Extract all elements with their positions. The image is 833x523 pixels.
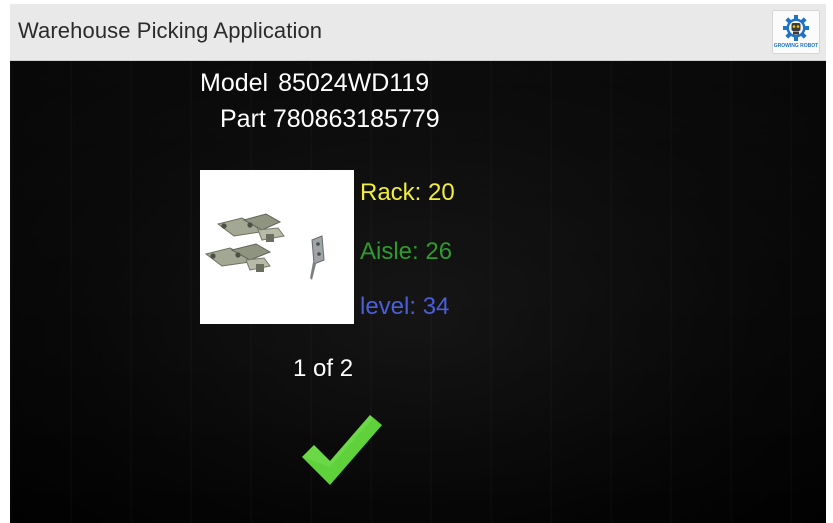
- rack-info: Rack: 20: [360, 179, 455, 207]
- counter-separator: of: [313, 355, 334, 382]
- app-window: Warehouse Picking Application GROWING RO…: [0, 0, 833, 523]
- part-label: Part: [220, 105, 266, 133]
- checkmark-icon[interactable]: [300, 411, 384, 491]
- aisle-value: 26: [425, 238, 453, 265]
- part-line: Part 780863185779: [220, 105, 440, 134]
- part-value: 780863185779: [272, 105, 440, 133]
- level-info: level: 34: [360, 293, 449, 321]
- picking-panel: Model 85024WD119 Part 780863185779 Rack:…: [10, 61, 826, 523]
- logo-text: GROWING ROBOT: [773, 43, 819, 49]
- hinge-upper: [216, 213, 285, 242]
- model-line: Model 85024WD119: [200, 69, 429, 98]
- app-header: Warehouse Picking Application GROWING RO…: [10, 4, 826, 61]
- item-counter: 1 of 2: [293, 355, 353, 383]
- app-title: Warehouse Picking Application: [18, 18, 323, 43]
- robot-gear-logo-icon: GROWING ROBOT: [772, 10, 820, 54]
- total-items: 2: [339, 355, 354, 382]
- model-label: Model: [200, 69, 269, 97]
- hinge-lower: [204, 243, 272, 272]
- current-item: 1: [293, 355, 307, 382]
- rack-label: Rack:: [360, 179, 422, 206]
- level-value: 34: [422, 293, 450, 320]
- aisle-label: Aisle:: [360, 238, 419, 265]
- rack-value: 20: [428, 179, 455, 206]
- model-value: 85024WD119: [278, 69, 430, 97]
- mounting-plate: [310, 235, 325, 280]
- confirm-pick-button[interactable]: [300, 411, 384, 496]
- level-label: level:: [360, 293, 417, 320]
- hinge-parts-image: [200, 170, 354, 324]
- aisle-info: Aisle: 26: [360, 238, 452, 266]
- gear-icon: [783, 15, 809, 41]
